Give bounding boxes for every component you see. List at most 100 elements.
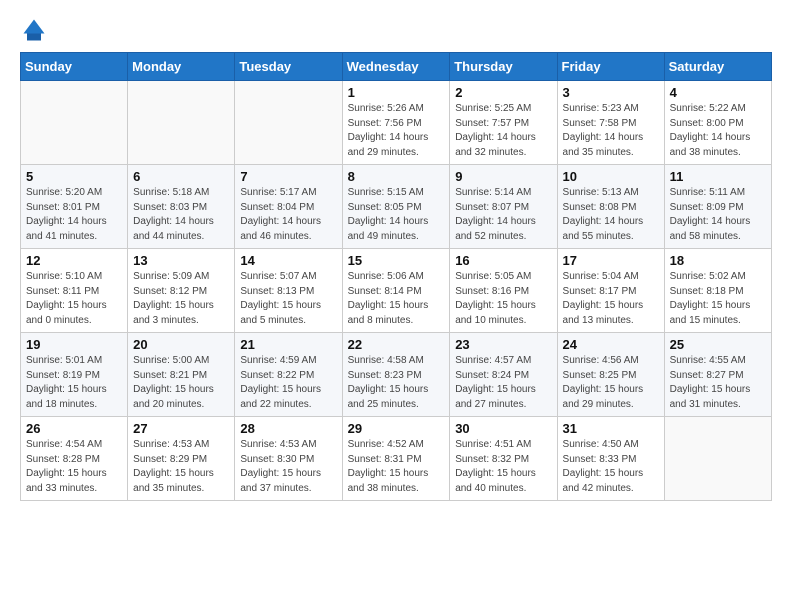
day-info: Sunrise: 4:54 AM Sunset: 8:28 PM Dayligh… bbox=[26, 438, 122, 496]
day-number: 9 bbox=[455, 169, 551, 184]
day-info: Sunrise: 5:25 AM Sunset: 7:57 PM Dayligh… bbox=[455, 102, 551, 160]
day-number: 23 bbox=[455, 337, 551, 352]
day-number: 12 bbox=[26, 253, 122, 268]
day-number: 2 bbox=[455, 85, 551, 100]
day-number: 10 bbox=[563, 169, 659, 184]
weekday-header: Thursday bbox=[450, 53, 557, 81]
calendar-cell: 22 Sunrise: 4:58 AM Sunset: 8:23 PM Dayli… bbox=[342, 333, 450, 417]
day-number: 3 bbox=[563, 85, 659, 100]
day-info: Sunrise: 4:58 AM Sunset: 8:23 PM Dayligh… bbox=[348, 354, 445, 412]
calendar-week-row: 5 Sunrise: 5:20 AM Sunset: 8:01 PM Daylig… bbox=[21, 165, 772, 249]
calendar-cell: 31 Sunrise: 4:50 AM Sunset: 8:33 PM Dayli… bbox=[557, 417, 664, 501]
weekday-header: Friday bbox=[557, 53, 664, 81]
day-number: 31 bbox=[563, 421, 659, 436]
calendar-cell: 21 Sunrise: 4:59 AM Sunset: 8:22 PM Dayli… bbox=[235, 333, 342, 417]
day-info: Sunrise: 4:50 AM Sunset: 8:33 PM Dayligh… bbox=[563, 438, 659, 496]
calendar-cell: 14 Sunrise: 5:07 AM Sunset: 8:13 PM Dayli… bbox=[235, 249, 342, 333]
calendar-cell: 4 Sunrise: 5:22 AM Sunset: 8:00 PM Daylig… bbox=[664, 81, 771, 165]
day-number: 14 bbox=[240, 253, 336, 268]
day-number: 18 bbox=[670, 253, 766, 268]
day-info: Sunrise: 5:23 AM Sunset: 7:58 PM Dayligh… bbox=[563, 102, 659, 160]
calendar-week-row: 26 Sunrise: 4:54 AM Sunset: 8:28 PM Dayli… bbox=[21, 417, 772, 501]
calendar-cell bbox=[21, 81, 128, 165]
day-number: 15 bbox=[348, 253, 445, 268]
day-number: 13 bbox=[133, 253, 229, 268]
calendar-cell: 13 Sunrise: 5:09 AM Sunset: 8:12 PM Dayli… bbox=[128, 249, 235, 333]
weekday-header: Monday bbox=[128, 53, 235, 81]
day-info: Sunrise: 4:59 AM Sunset: 8:22 PM Dayligh… bbox=[240, 354, 336, 412]
day-info: Sunrise: 5:17 AM Sunset: 8:04 PM Dayligh… bbox=[240, 186, 336, 244]
day-number: 24 bbox=[563, 337, 659, 352]
day-number: 26 bbox=[26, 421, 122, 436]
calendar-cell: 26 Sunrise: 4:54 AM Sunset: 8:28 PM Dayli… bbox=[21, 417, 128, 501]
day-number: 6 bbox=[133, 169, 229, 184]
day-number: 27 bbox=[133, 421, 229, 436]
day-info: Sunrise: 5:04 AM Sunset: 8:17 PM Dayligh… bbox=[563, 270, 659, 328]
calendar-cell: 29Sunrise: 4:52 AM Sunset: 8:31 PM Dayli… bbox=[342, 417, 450, 501]
day-info: Sunrise: 5:07 AM Sunset: 8:13 PM Dayligh… bbox=[240, 270, 336, 328]
day-info: Sunrise: 5:10 AM Sunset: 8:11 PM Dayligh… bbox=[26, 270, 122, 328]
day-info: Sunrise: 4:55 AM Sunset: 8:27 PM Dayligh… bbox=[670, 354, 766, 412]
calendar-week-row: 1Sunrise: 5:26 AM Sunset: 7:56 PM Daylig… bbox=[21, 81, 772, 165]
day-info: Sunrise: 5:13 AM Sunset: 8:08 PM Dayligh… bbox=[563, 186, 659, 244]
day-info: Sunrise: 5:01 AM Sunset: 8:19 PM Dayligh… bbox=[26, 354, 122, 412]
weekday-header: Wednesday bbox=[342, 53, 450, 81]
day-info: Sunrise: 5:26 AM Sunset: 7:56 PM Dayligh… bbox=[348, 102, 445, 160]
calendar-cell: 19 Sunrise: 5:01 AM Sunset: 8:19 PM Dayli… bbox=[21, 333, 128, 417]
day-number: 4 bbox=[670, 85, 766, 100]
day-number: 5 bbox=[26, 169, 122, 184]
calendar-cell: 7Sunrise: 5:17 AM Sunset: 8:04 PM Daylig… bbox=[235, 165, 342, 249]
calendar-header-row: SundayMondayTuesdayWednesdayThursdayFrid… bbox=[21, 53, 772, 81]
day-number: 20 bbox=[133, 337, 229, 352]
day-info: Sunrise: 5:15 AM Sunset: 8:05 PM Dayligh… bbox=[348, 186, 445, 244]
calendar-cell: 11 Sunrise: 5:11 AM Sunset: 8:09 PM Dayli… bbox=[664, 165, 771, 249]
calendar-cell: 27 Sunrise: 4:53 AM Sunset: 8:29 PM Dayli… bbox=[128, 417, 235, 501]
logo-icon bbox=[20, 16, 48, 44]
calendar-cell: 20 Sunrise: 5:00 AM Sunset: 8:21 PM Dayli… bbox=[128, 333, 235, 417]
calendar-cell: 8 Sunrise: 5:15 AM Sunset: 8:05 PM Daylig… bbox=[342, 165, 450, 249]
calendar-week-row: 19 Sunrise: 5:01 AM Sunset: 8:19 PM Dayli… bbox=[21, 333, 772, 417]
calendar-cell bbox=[235, 81, 342, 165]
day-number: 30 bbox=[455, 421, 551, 436]
day-info: Sunrise: 5:18 AM Sunset: 8:03 PM Dayligh… bbox=[133, 186, 229, 244]
day-number: 21 bbox=[240, 337, 336, 352]
day-info: Sunrise: 4:53 AM Sunset: 8:29 PM Dayligh… bbox=[133, 438, 229, 496]
calendar-cell: 10 Sunrise: 5:13 AM Sunset: 8:08 PM Dayli… bbox=[557, 165, 664, 249]
weekday-header: Saturday bbox=[664, 53, 771, 81]
calendar-cell: 16Sunrise: 5:05 AM Sunset: 8:16 PM Dayli… bbox=[450, 249, 557, 333]
calendar-cell: 15 Sunrise: 5:06 AM Sunset: 8:14 PM Dayli… bbox=[342, 249, 450, 333]
day-number: 28 bbox=[240, 421, 336, 436]
calendar-cell: 1Sunrise: 5:26 AM Sunset: 7:56 PM Daylig… bbox=[342, 81, 450, 165]
day-number: 22 bbox=[348, 337, 445, 352]
day-info: Sunrise: 5:09 AM Sunset: 8:12 PM Dayligh… bbox=[133, 270, 229, 328]
calendar-cell: 2 Sunrise: 5:25 AM Sunset: 7:57 PM Daylig… bbox=[450, 81, 557, 165]
calendar-cell bbox=[128, 81, 235, 165]
day-number: 16 bbox=[455, 253, 551, 268]
day-info: Sunrise: 5:11 AM Sunset: 8:09 PM Dayligh… bbox=[670, 186, 766, 244]
day-number: 19 bbox=[26, 337, 122, 352]
day-info: Sunrise: 5:14 AM Sunset: 8:07 PM Dayligh… bbox=[455, 186, 551, 244]
page-header bbox=[20, 16, 772, 44]
calendar-cell: 24 Sunrise: 4:56 AM Sunset: 8:25 PM Dayli… bbox=[557, 333, 664, 417]
calendar-week-row: 12 Sunrise: 5:10 AM Sunset: 8:11 PM Dayli… bbox=[21, 249, 772, 333]
day-info: Sunrise: 4:57 AM Sunset: 8:24 PM Dayligh… bbox=[455, 354, 551, 412]
day-info: Sunrise: 5:22 AM Sunset: 8:00 PM Dayligh… bbox=[670, 102, 766, 160]
day-info: Sunrise: 5:00 AM Sunset: 8:21 PM Dayligh… bbox=[133, 354, 229, 412]
weekday-header: Sunday bbox=[21, 53, 128, 81]
day-info: Sunrise: 4:56 AM Sunset: 8:25 PM Dayligh… bbox=[563, 354, 659, 412]
calendar-cell: 12 Sunrise: 5:10 AM Sunset: 8:11 PM Dayli… bbox=[21, 249, 128, 333]
calendar-cell: 17 Sunrise: 5:04 AM Sunset: 8:17 PM Dayli… bbox=[557, 249, 664, 333]
day-info: Sunrise: 4:53 AM Sunset: 8:30 PM Dayligh… bbox=[240, 438, 336, 496]
calendar-cell: 23 Sunrise: 4:57 AM Sunset: 8:24 PM Dayli… bbox=[450, 333, 557, 417]
calendar-cell: 25 Sunrise: 4:55 AM Sunset: 8:27 PM Dayli… bbox=[664, 333, 771, 417]
day-number: 17 bbox=[563, 253, 659, 268]
day-info: Sunrise: 5:06 AM Sunset: 8:14 PM Dayligh… bbox=[348, 270, 445, 328]
calendar-cell: 5 Sunrise: 5:20 AM Sunset: 8:01 PM Daylig… bbox=[21, 165, 128, 249]
day-info: Sunrise: 5:02 AM Sunset: 8:18 PM Dayligh… bbox=[670, 270, 766, 328]
calendar-cell: 6 Sunrise: 5:18 AM Sunset: 8:03 PM Daylig… bbox=[128, 165, 235, 249]
day-info: Sunrise: 5:20 AM Sunset: 8:01 PM Dayligh… bbox=[26, 186, 122, 244]
logo bbox=[20, 16, 52, 44]
day-number: 25 bbox=[670, 337, 766, 352]
day-number: 8 bbox=[348, 169, 445, 184]
day-number: 11 bbox=[670, 169, 766, 184]
